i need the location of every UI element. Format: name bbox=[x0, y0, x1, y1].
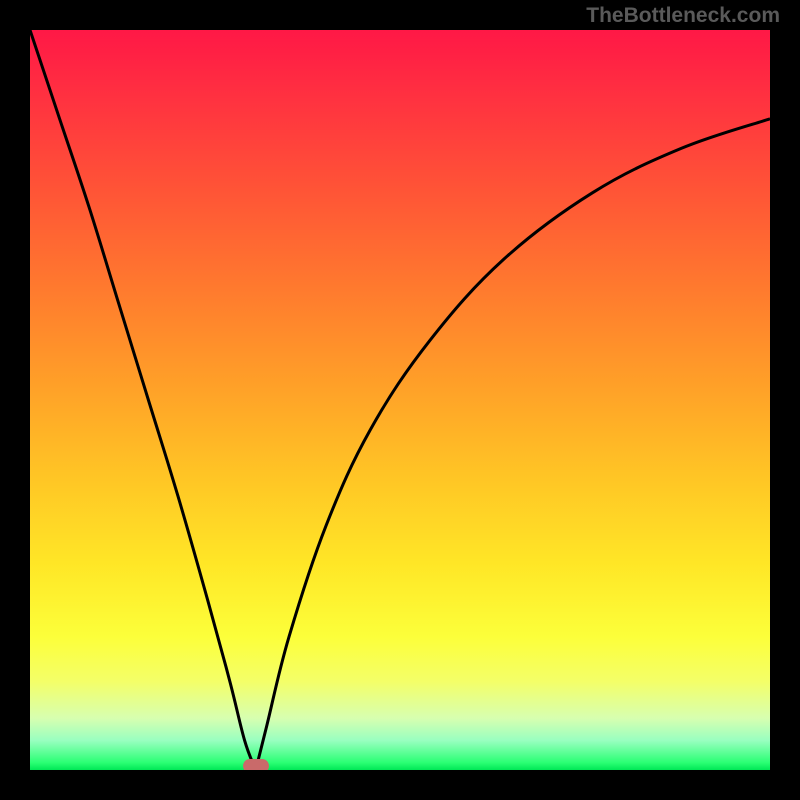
optimal-point-marker bbox=[243, 759, 269, 770]
bottleneck-curve bbox=[30, 30, 770, 770]
chart-container: TheBottleneck.com bbox=[0, 0, 800, 800]
plot-area bbox=[30, 30, 770, 770]
attribution-text: TheBottleneck.com bbox=[586, 4, 780, 28]
